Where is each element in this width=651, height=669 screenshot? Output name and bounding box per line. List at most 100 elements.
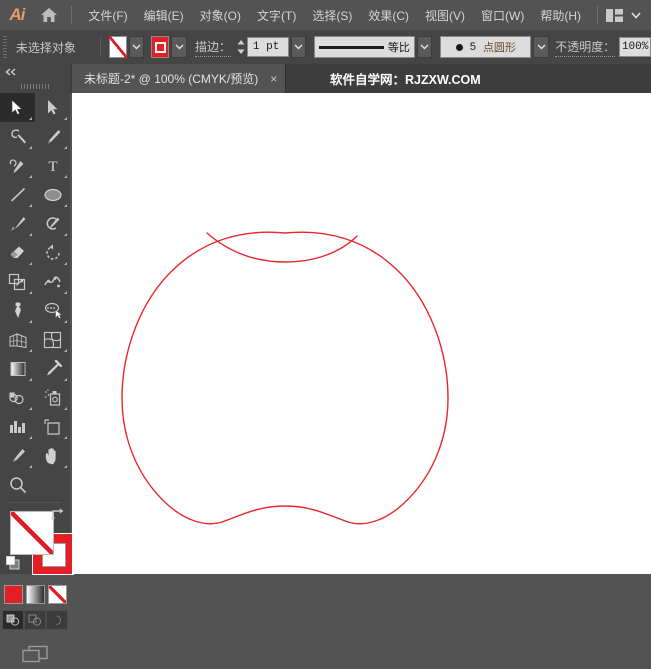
- ellipse-tool[interactable]: [35, 180, 70, 209]
- menu-item-file[interactable]: 文件(F): [80, 3, 135, 28]
- scale-tool[interactable]: [0, 267, 35, 296]
- change-screen-mode-button[interactable]: [21, 644, 49, 669]
- brush-definition-dropdown[interactable]: [533, 36, 549, 58]
- collapse-panel-icon[interactable]: [0, 64, 70, 80]
- curvature-tool[interactable]: [0, 151, 35, 180]
- opacity-label[interactable]: 不透明度：: [555, 38, 616, 57]
- tool-corner-indicator: [64, 175, 67, 178]
- direct-selection-tool[interactable]: [35, 93, 70, 122]
- swap-fill-stroke-icon[interactable]: [49, 507, 65, 526]
- tool-corner-indicator: [29, 407, 32, 410]
- line-segment-tool[interactable]: [0, 180, 35, 209]
- default-fill-stroke-icon[interactable]: [5, 555, 21, 576]
- stroke-weight-dropdown[interactable]: [290, 36, 306, 58]
- tool-corner-indicator: [64, 349, 67, 352]
- tool-corner-indicator: [29, 349, 32, 352]
- tool-corner-indicator: [64, 436, 67, 439]
- close-icon[interactable]: ×: [270, 73, 277, 85]
- workspace-grid-icon[interactable]: [606, 8, 623, 22]
- draw-normal-button[interactable]: [2, 610, 24, 630]
- stroke-weight-stepper[interactable]: [236, 37, 246, 57]
- slice-tool[interactable]: [0, 441, 35, 470]
- none-mode-button[interactable]: [47, 585, 67, 604]
- fill-proxy[interactable]: [10, 511, 54, 555]
- perspective-grid-tool[interactable]: [0, 325, 35, 354]
- eraser-tool[interactable]: [0, 238, 35, 267]
- tools-divider: [8, 502, 62, 503]
- mesh-tool[interactable]: [35, 325, 70, 354]
- pen-tool[interactable]: [35, 122, 70, 151]
- tools-panel-drag-handle[interactable]: [0, 80, 70, 93]
- stroke-profile-dropdown[interactable]: [416, 36, 433, 58]
- menu-item-select[interactable]: 选择(S): [304, 3, 360, 28]
- apple-body-path: [121, 231, 449, 525]
- svg-text:T: T: [48, 159, 57, 174]
- menu-divider: [71, 6, 73, 24]
- opacity-input[interactable]: 100%: [619, 37, 651, 57]
- menu-item-edit[interactable]: 编辑(E): [136, 3, 192, 28]
- menu-item-view[interactable]: 视图(V): [417, 3, 473, 28]
- symbol-sprayer-tool[interactable]: [35, 383, 70, 412]
- rotate-tool[interactable]: [35, 238, 70, 267]
- brush-definition-preview[interactable]: 5 点圆形: [440, 36, 532, 58]
- tool-corner-indicator: [29, 146, 32, 149]
- stroke-profile-preview[interactable]: 等比: [314, 36, 415, 58]
- app-logo-icon: Ai: [9, 5, 25, 24]
- eyedropper-tool[interactable]: [35, 354, 70, 383]
- profile-line-graphic: [319, 45, 384, 49]
- menu-item-window[interactable]: 窗口(W): [473, 3, 532, 28]
- apple-outline-drawing: [121, 231, 449, 525]
- fill-swatch-dropdown[interactable]: [129, 36, 145, 58]
- menu-bar: Ai 文件(F) 编辑(E) 对象(O) 文字(T) 选择(S) 效果(C) 视…: [0, 0, 651, 30]
- artboard-canvas[interactable]: [72, 93, 651, 574]
- column-graph-tool[interactable]: [0, 412, 35, 441]
- type-tool[interactable]: T: [35, 151, 70, 180]
- shape-builder-tool[interactable]: [35, 296, 70, 325]
- gradient-mode-button[interactable]: [25, 585, 45, 604]
- document-tab-title: 未标题-2* @ 100% (CMYK/预览): [84, 72, 259, 86]
- brush-size-label: 5: [469, 41, 476, 53]
- hand-tool[interactable]: [35, 441, 70, 470]
- selection-tool[interactable]: [0, 93, 35, 122]
- watermark-text: 软件自学网：RJZXW.COM: [330, 73, 481, 87]
- gradient-tool[interactable]: [0, 354, 35, 383]
- draw-behind-button[interactable]: [24, 610, 46, 630]
- document-tab[interactable]: 未标题-2* @ 100% (CMYK/预览) ×: [72, 64, 287, 93]
- document-tab-bar: 未标题-2* @ 100% (CMYK/预览) × 软件自学网：RJZXW.CO…: [0, 64, 651, 93]
- menu-divider-right: [597, 6, 598, 24]
- stroke-weight-label[interactable]: 描边：: [194, 38, 231, 57]
- tool-corner-indicator: [29, 291, 32, 294]
- zoom-tool[interactable]: [0, 470, 35, 499]
- tool-corner-indicator: [29, 117, 32, 120]
- stroke-weight-input[interactable]: 1 pt: [246, 37, 289, 57]
- menu-item-help[interactable]: 帮助(H): [532, 3, 589, 28]
- menu-item-type[interactable]: 文字(T): [249, 3, 304, 28]
- control-bar-grip[interactable]: [0, 30, 10, 64]
- tool-corner-indicator: [64, 117, 67, 120]
- free-transform-tool[interactable]: [0, 296, 35, 325]
- fill-swatch[interactable]: [108, 36, 128, 58]
- screen-mode-row: [0, 644, 70, 669]
- color-mode-button[interactable]: [3, 585, 23, 604]
- tool-corner-indicator: [64, 233, 67, 236]
- tool-corner-indicator: [29, 262, 32, 265]
- width-tool[interactable]: [35, 267, 70, 296]
- blend-tool[interactable]: [0, 383, 35, 412]
- draw-inside-button[interactable]: [46, 610, 68, 630]
- artboard-tool[interactable]: [35, 412, 70, 441]
- home-icon[interactable]: [34, 0, 64, 30]
- shaper-tool[interactable]: [35, 209, 70, 238]
- paintbrush-tool[interactable]: [0, 209, 35, 238]
- control-divider-1: [99, 37, 101, 57]
- menu-item-effect[interactable]: 效果(C): [360, 3, 417, 28]
- tool-corner-indicator: [64, 291, 67, 294]
- tool-corner-indicator: [64, 320, 67, 323]
- chevron-down-icon[interactable]: [631, 6, 641, 24]
- stroke-swatch-dropdown[interactable]: [171, 36, 187, 58]
- stroke-swatch[interactable]: [150, 36, 170, 58]
- tool-corner-indicator: [64, 204, 67, 207]
- brush-shape-label: 点圆形: [482, 42, 516, 54]
- magic-wand-tool[interactable]: [0, 122, 35, 151]
- tool-corner-indicator: [29, 233, 32, 236]
- menu-item-object[interactable]: 对象(O): [192, 3, 249, 28]
